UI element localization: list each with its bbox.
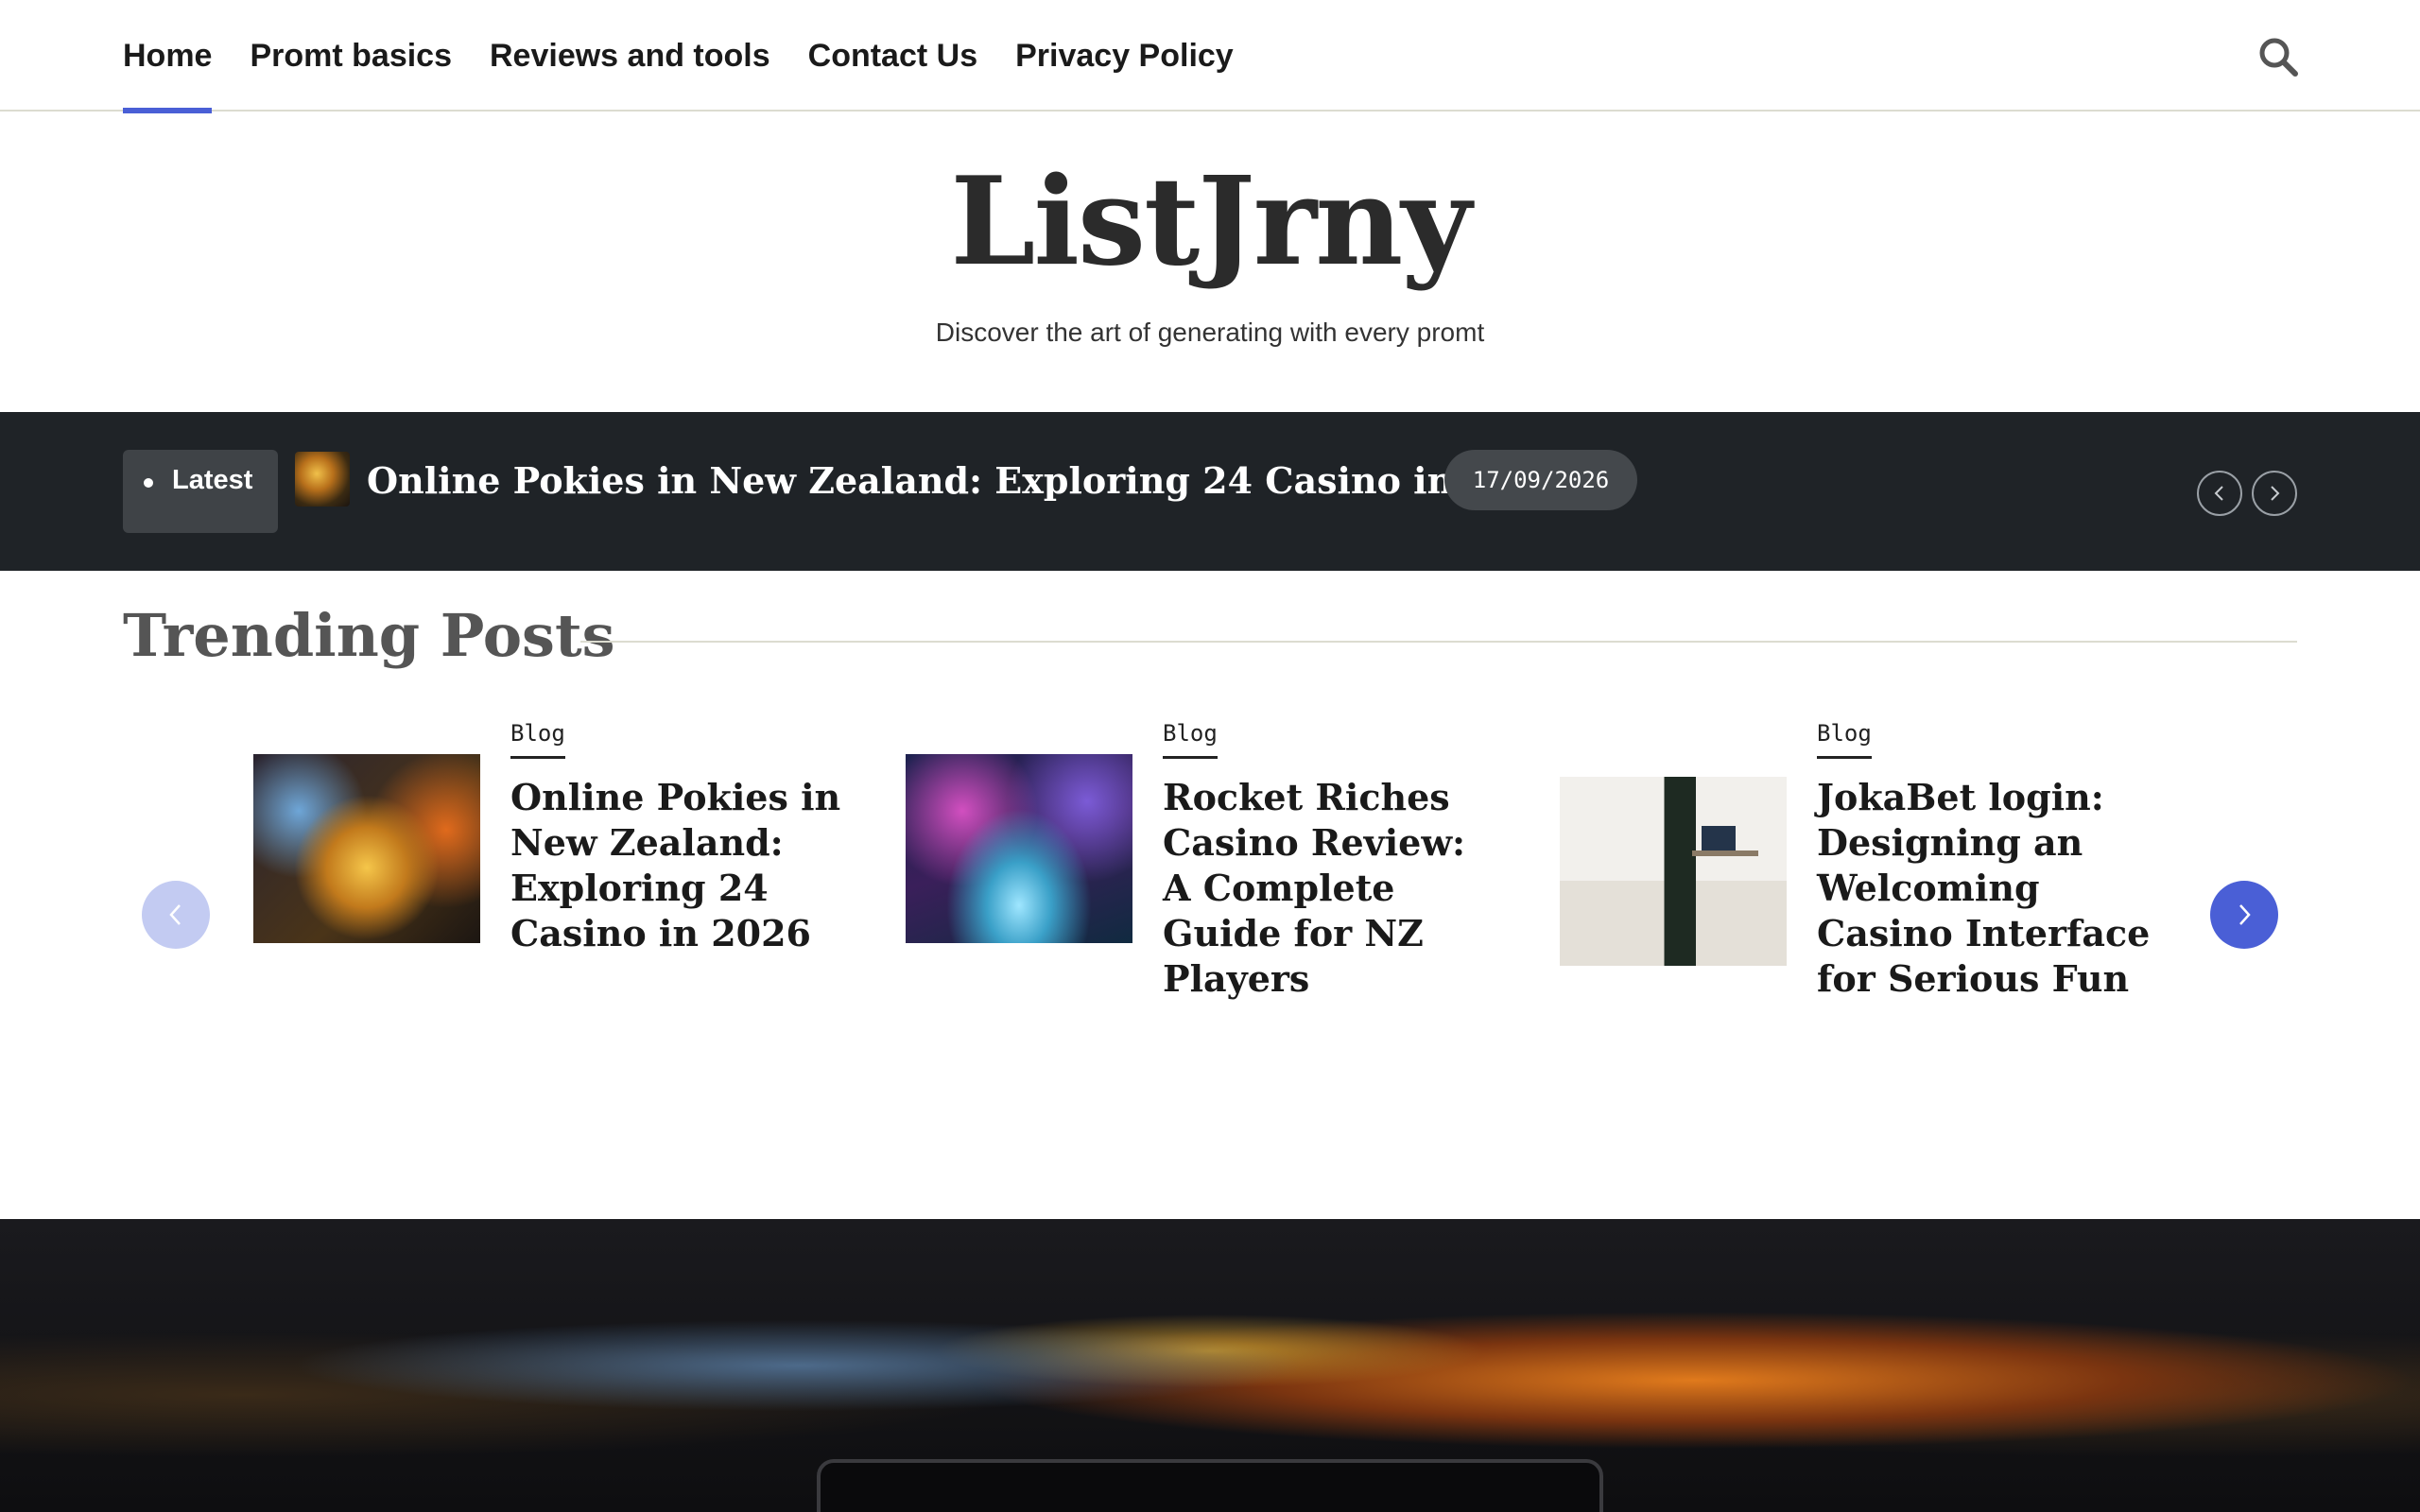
- post-category[interactable]: Blog: [510, 720, 565, 759]
- post-thumbnail[interactable]: [1560, 777, 1787, 966]
- trending-post-card: Blog Online Pokies in New Zealand: Explo…: [253, 718, 858, 1030]
- post-category[interactable]: Blog: [1817, 720, 1872, 759]
- trending-post-card: Blog JokaBet login: Designing an Welcomi…: [1560, 718, 2165, 1030]
- nav-item-contact-us[interactable]: Contact Us: [808, 0, 977, 112]
- post-title[interactable]: Rocket Riches Casino Review: A Complete …: [1163, 775, 1503, 1002]
- post-title[interactable]: JokaBet login: Designing an Welcoming Ca…: [1817, 775, 2157, 1002]
- ticker-post-title[interactable]: Online Pokies in New Zealand: Exploring …: [367, 452, 1565, 508]
- latest-badge: Latest: [123, 450, 278, 533]
- ticker-prev-button[interactable]: [2197, 471, 2242, 516]
- carousel-next-button[interactable]: [2210, 881, 2278, 949]
- bullet-icon: [144, 478, 153, 488]
- post-title[interactable]: Online Pokies in New Zealand: Exploring …: [510, 775, 851, 956]
- trending-post-card: Blog Rocket Riches Casino Review: A Comp…: [906, 718, 1511, 1030]
- trending-posts-heading: Trending Posts: [123, 601, 615, 670]
- latest-badge-label: Latest: [172, 465, 253, 495]
- top-navigation: Home Promt basics Reviews and tools Cont…: [0, 0, 2420, 113]
- post-thumbnail[interactable]: [253, 754, 480, 943]
- nav-item-reviews-and-tools[interactable]: Reviews and tools: [490, 0, 770, 112]
- carousel-prev-button[interactable]: [142, 881, 210, 949]
- chevron-left-icon: [2214, 486, 2223, 501]
- site-tagline: Discover the art of generating with ever…: [935, 318, 1485, 347]
- latest-news-ticker: Latest Online Pokies in New Zealand: Exp…: [0, 412, 2420, 571]
- search-button[interactable]: [2257, 36, 2299, 77]
- post-category[interactable]: Blog: [1163, 720, 1218, 759]
- search-icon: [2259, 38, 2298, 77]
- ticker-post-date: 17/09/2026: [1444, 450, 1637, 510]
- chevron-right-icon: [2239, 904, 2251, 925]
- nav-item-home[interactable]: Home: [123, 0, 213, 113]
- site-title[interactable]: ListJrny: [0, 151, 2420, 293]
- chevron-left-icon: [169, 904, 181, 925]
- ticker-thumbnail[interactable]: [295, 452, 350, 507]
- heading-divider: [580, 641, 2297, 643]
- nav-menu: Home Promt basics Reviews and tools Cont…: [123, 0, 1234, 113]
- ticker-next-button[interactable]: [2252, 471, 2297, 516]
- featured-hero-image[interactable]: [0, 1219, 2420, 1512]
- nav-item-promt-basics[interactable]: Promt basics: [250, 0, 452, 112]
- hero-screen-graphic: [817, 1459, 1603, 1512]
- chevron-right-icon: [2271, 486, 2280, 501]
- post-thumbnail[interactable]: [906, 754, 1132, 943]
- nav-item-privacy-policy[interactable]: Privacy Policy: [1015, 0, 1234, 112]
